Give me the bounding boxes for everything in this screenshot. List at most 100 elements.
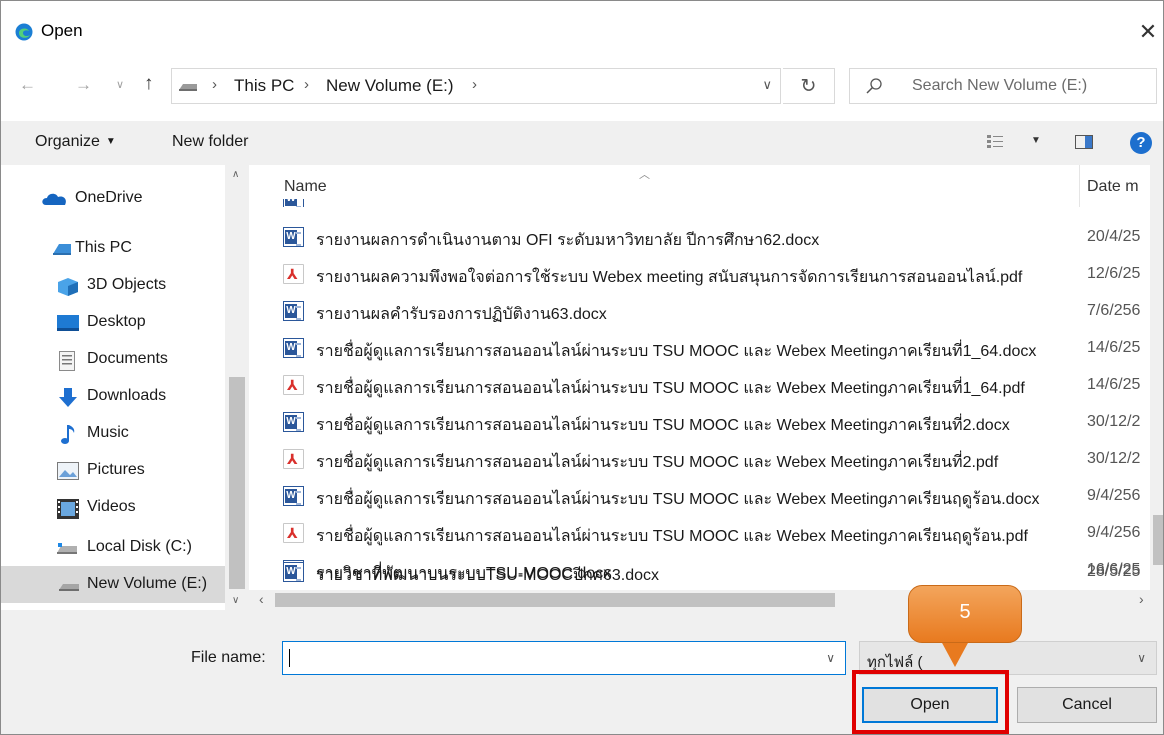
scroll-up-icon[interactable]: ∧ (232, 169, 239, 180)
sidebar-item-local-disk[interactable]: Local Disk (C:) (1, 529, 225, 566)
file-list-scrollbar[interactable] (1150, 165, 1163, 590)
sidebar-item-music[interactable]: Music (1, 415, 225, 452)
sort-ascending-icon: ︿ (639, 169, 650, 181)
file-row[interactable]: รายงานผลการดำเนินงานตาม OFI ระดับมหาวิทย… (269, 219, 1155, 256)
refresh-button[interactable]: ↻ (783, 68, 835, 104)
file-row[interactable]: รายชื่อผู้ดูแลการเรียนการสอนออนไลน์ผ่านร… (269, 367, 1155, 404)
word-document-icon (283, 486, 304, 506)
view-options-icon[interactable] (987, 134, 1003, 150)
breadcrumb-separator-icon: › (472, 76, 477, 93)
word-document-icon (283, 562, 304, 582)
breadcrumb-new-volume[interactable]: New Volume (E:) (326, 76, 454, 96)
pdf-document-icon (283, 375, 304, 395)
sidebar-item-label: Pictures (87, 461, 145, 478)
back-arrow-icon[interactable]: ← (19, 75, 36, 95)
search-box[interactable]: Search New Volume (E:) (849, 68, 1157, 104)
document-icon (59, 351, 75, 371)
file-list: ︿ Name Date m รายงานผลการดำเนินงานตาม OF… (269, 165, 1163, 590)
file-name: รายชื่อผู้ดูแลการเรียนการสอนออนไลน์ผ่านร… (316, 491, 1040, 508)
sidebar-item-new-volume[interactable]: New Volume (E:) (1, 566, 225, 603)
open-dialog: Open ✕ ← → ∨ ↑ › This PC › New Volume (E… (0, 0, 1164, 735)
new-folder-button[interactable]: New folder (172, 133, 248, 151)
sidebar-item-onedrive[interactable]: OneDrive (1, 180, 225, 217)
file-row[interactable]: รายงานผลความพึงพอใจต่อการใช้ระบบ Webex m… (269, 256, 1155, 293)
breadcrumb-separator-icon: › (304, 76, 309, 93)
file-row[interactable]: รายชื่อผู้ดูแลการเรียนการสอนออนไลน์ผ่านร… (269, 515, 1155, 552)
scroll-right-icon[interactable]: › (1139, 591, 1144, 607)
chevron-down-icon[interactable]: ∨ (1137, 651, 1146, 665)
file-date: 20/4/25 (1087, 228, 1141, 245)
drive-icon (59, 584, 79, 591)
partially-visible-row[interactable] (283, 199, 583, 207)
column-header-date[interactable]: Date m (1087, 178, 1139, 196)
scroll-down-icon[interactable]: ∨ (232, 595, 239, 606)
sidebar-item-videos[interactable]: Videos (1, 489, 225, 526)
chevron-down-icon[interactable]: ∨ (762, 77, 772, 93)
up-arrow-icon[interactable]: ↑ (144, 73, 154, 95)
file-name: รายชื่อผู้ดูแลการเรียนการสอนออนไลน์ผ่านร… (316, 417, 1010, 434)
word-document-icon (283, 412, 304, 432)
file-date: 30/12/2 (1087, 450, 1141, 467)
file-name: รายงานผลการดำเนินงานตาม OFI ระดับมหาวิทย… (316, 232, 820, 249)
sidebar-item-desktop[interactable]: Desktop (1, 304, 225, 341)
chevron-down-icon[interactable]: ∨ (826, 651, 835, 665)
cube-icon (58, 278, 78, 296)
file-row[interactable]: รายวิชาที่พัฒนาบนระบบTSU-MOOCปีกศ63.docx… (269, 554, 1155, 591)
sidebar-item-label: OneDrive (75, 189, 143, 206)
sidebar-item-documents[interactable]: Documents (1, 341, 225, 378)
file-date: 30/12/2 (1087, 413, 1141, 430)
address-row: ← → ∨ ↑ › This PC › New Volume (E:) › ∨ … (1, 61, 1163, 111)
file-date: 14/6/25 (1087, 376, 1141, 393)
scroll-left-icon[interactable]: ‹ (259, 591, 264, 607)
word-document-icon (283, 227, 304, 247)
scroll-thumb[interactable] (229, 377, 245, 589)
organize-label: Organize (35, 133, 100, 150)
file-name: รายชื่อผู้ดูแลการเรียนการสอนออนไลน์ผ่านร… (316, 343, 1037, 360)
cancel-button[interactable]: Cancel (1017, 687, 1157, 723)
caret-down-icon[interactable]: ▼ (1031, 135, 1041, 146)
breadcrumb-this-pc[interactable]: This PC (234, 76, 294, 96)
file-row[interactable]: รายชื่อผู้ดูแลการเรียนการสอนออนไลน์ผ่านร… (269, 441, 1155, 478)
address-bar[interactable]: › This PC › New Volume (E:) › ∨ (171, 68, 781, 104)
navigation-scrollbar[interactable]: ∧ ∨ (225, 165, 249, 610)
file-date: 12/6/25 (1087, 265, 1141, 282)
help-icon[interactable]: ? (1130, 132, 1152, 154)
sidebar-item-3d-objects[interactable]: 3D Objects (1, 267, 225, 304)
column-header-name[interactable]: Name (284, 178, 327, 196)
text-cursor (289, 649, 290, 667)
sidebar-item-this-pc[interactable]: This PC (1, 230, 225, 267)
close-button[interactable]: ✕ (1133, 15, 1163, 49)
cloud-icon (42, 193, 66, 205)
scroll-thumb[interactable] (275, 593, 835, 607)
file-row[interactable]: รายชื่อผู้ดูแลการเรียนการสอนออนไลน์ผ่านร… (269, 404, 1155, 441)
scroll-thumb[interactable] (1153, 515, 1163, 565)
file-row[interactable]: รายงานผลคำรับรองการปฏิบัติงาน63.docx 7/6… (269, 293, 1155, 330)
sidebar-item-label: Videos (87, 498, 136, 515)
disk-icon (57, 543, 77, 554)
column-divider[interactable] (1079, 165, 1080, 207)
sidebar-item-label: Downloads (87, 387, 167, 404)
step-callout: 5 (908, 585, 1022, 643)
sidebar-item-label: Desktop (87, 313, 146, 330)
sidebar-item-downloads[interactable]: Downloads (1, 378, 225, 415)
organize-button[interactable]: Organize ▼ (35, 133, 116, 151)
file-date: 14/6/25 (1087, 339, 1141, 356)
refresh-icon: ↻ (800, 76, 817, 97)
drive-icon (179, 84, 197, 91)
horizontal-scrollbar[interactable]: ‹ › (249, 590, 1163, 610)
picture-icon (57, 462, 79, 480)
sidebar-item-label: Music (87, 424, 129, 441)
computer-icon (53, 244, 71, 255)
file-row[interactable]: รายชื่อผู้ดูแลการเรียนการสอนออนไลน์ผ่านร… (269, 478, 1155, 515)
sidebar-item-pictures[interactable]: Pictures (1, 452, 225, 489)
file-row[interactable]: รายชื่อผู้ดูแลการเรียนการสอนออนไลน์ผ่านร… (269, 330, 1155, 367)
word-document-icon (283, 301, 304, 321)
forward-arrow-icon[interactable]: → (75, 75, 92, 95)
sidebar-item-label: Local Disk (C:) (87, 538, 192, 555)
preview-pane-icon[interactable] (1075, 135, 1093, 149)
edge-browser-icon (15, 23, 33, 41)
file-name-input[interactable]: ∨ (282, 641, 846, 675)
recent-locations-chevron-icon[interactable]: ∨ (116, 78, 124, 91)
title-bar: Open ✕ (1, 1, 1163, 61)
sidebar-item-label: New Volume (E:) (87, 575, 208, 592)
